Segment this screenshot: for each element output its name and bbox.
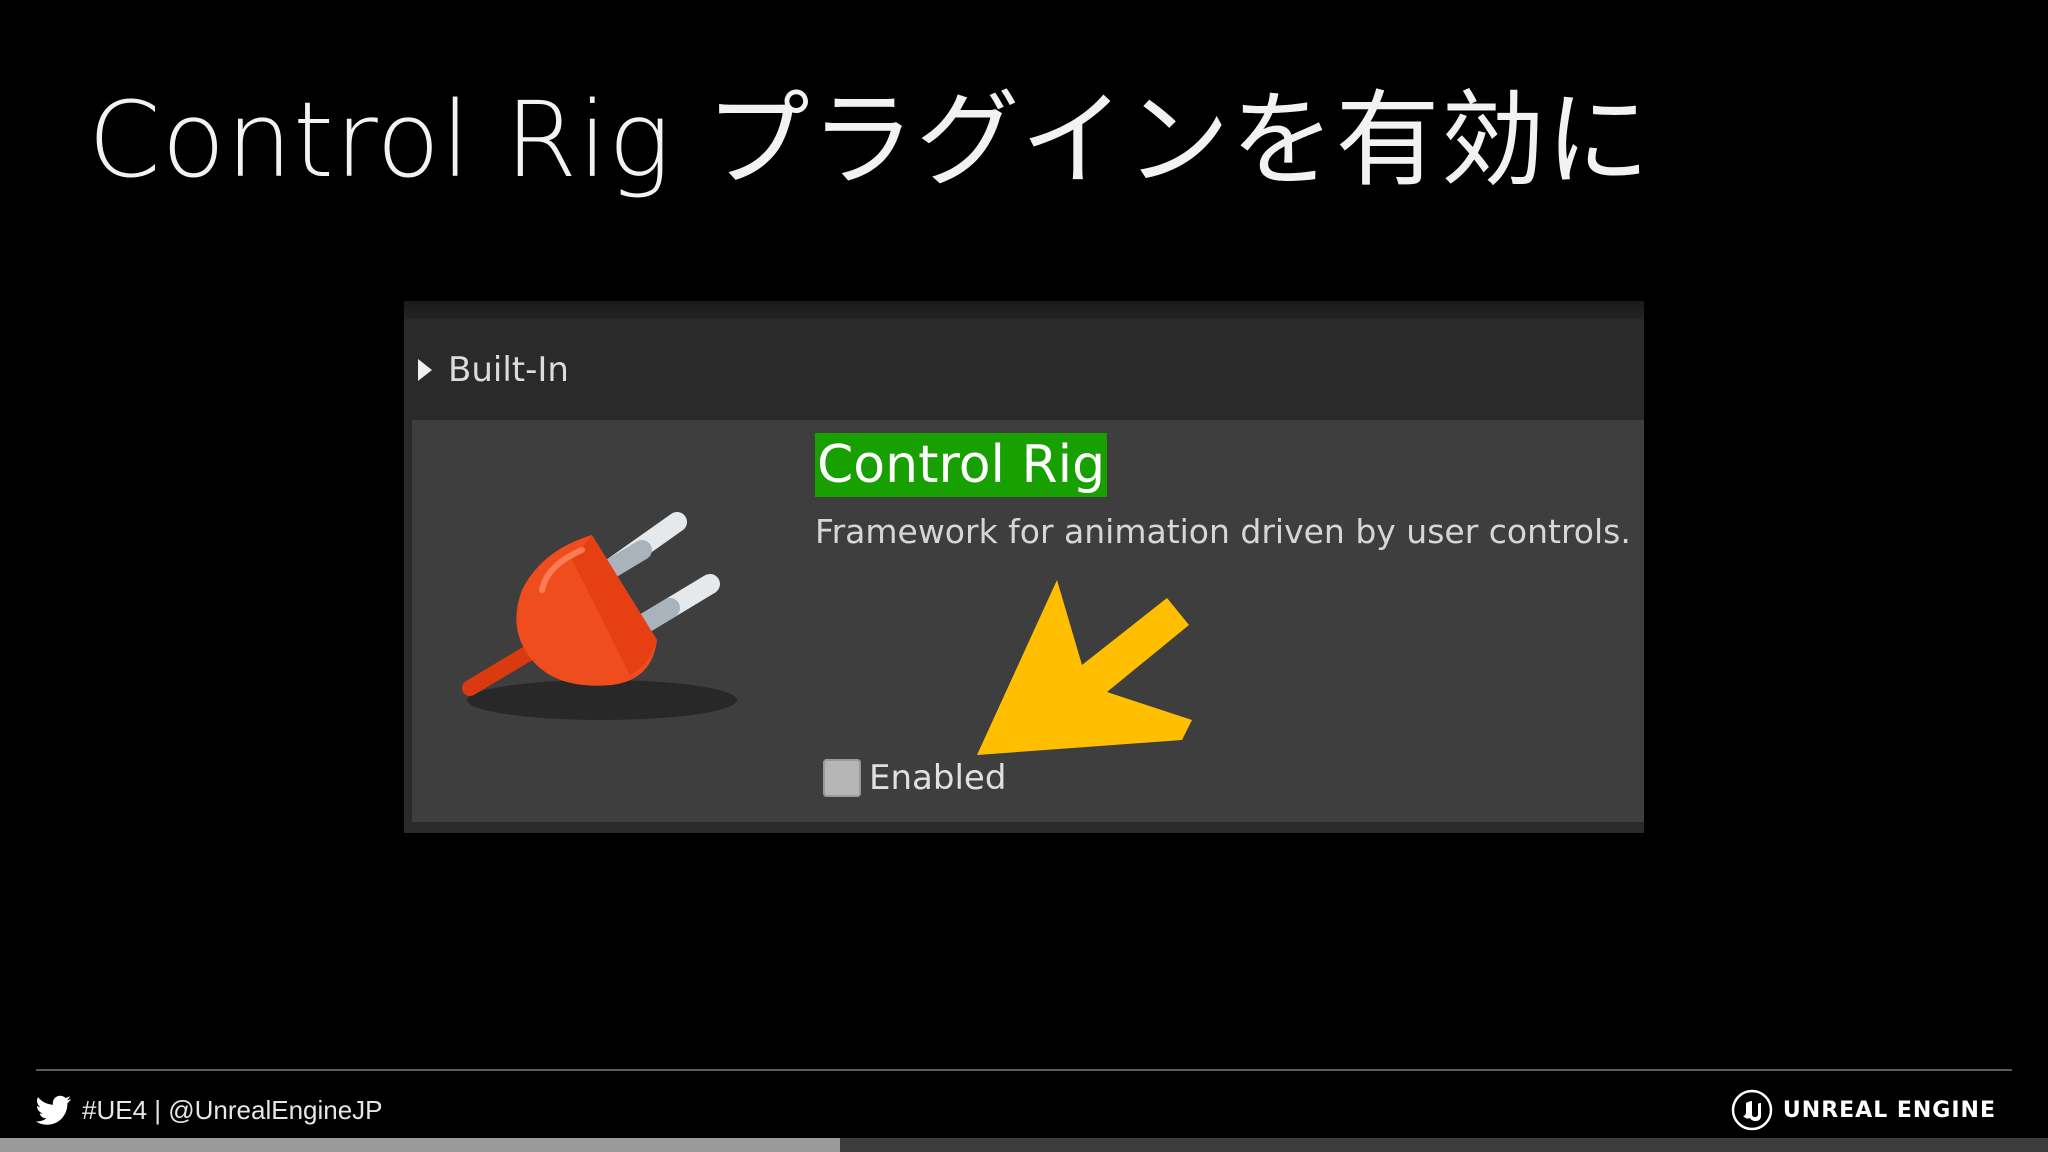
category-row-built-in[interactable]: Built-In bbox=[414, 345, 569, 395]
slide-title: Control Rig プラグインを有効に bbox=[88, 79, 1651, 201]
panel-top-strip bbox=[404, 301, 1644, 319]
slide-progress-fill bbox=[0, 1138, 840, 1152]
enabled-label: Enabled bbox=[869, 758, 1007, 798]
slide-progress-bar bbox=[0, 1138, 2048, 1152]
arrow-icon bbox=[977, 580, 1192, 755]
plugin-browser-panel: Built-In Control Rig Framework for anima… bbox=[404, 301, 1644, 833]
unreal-engine-logo-icon bbox=[1731, 1089, 1773, 1131]
footer-social: #UE4 | @UnrealEngineJP bbox=[36, 1090, 383, 1130]
enabled-checkbox[interactable] bbox=[823, 759, 861, 797]
category-label: Built-In bbox=[448, 350, 569, 390]
social-handle: #UE4 | @UnrealEngineJP bbox=[82, 1094, 383, 1125]
plugin-name: Control Rig bbox=[815, 433, 1108, 497]
brand-text: UNREAL ENGINE bbox=[1782, 1097, 1996, 1123]
chevron-right-icon[interactable] bbox=[414, 355, 436, 385]
plugin-card-control-rig[interactable]: Control Rig Framework for animation driv… bbox=[412, 420, 1644, 822]
plug-icon bbox=[462, 512, 737, 720]
enabled-toggle[interactable]: Enabled bbox=[823, 758, 1006, 798]
footer-brand: UNREAL ENGINE bbox=[1731, 1088, 1996, 1132]
plugin-description: Framework for animation driven by user c… bbox=[815, 512, 1631, 551]
twitter-icon bbox=[36, 1095, 71, 1125]
footer-divider bbox=[36, 1069, 2012, 1071]
